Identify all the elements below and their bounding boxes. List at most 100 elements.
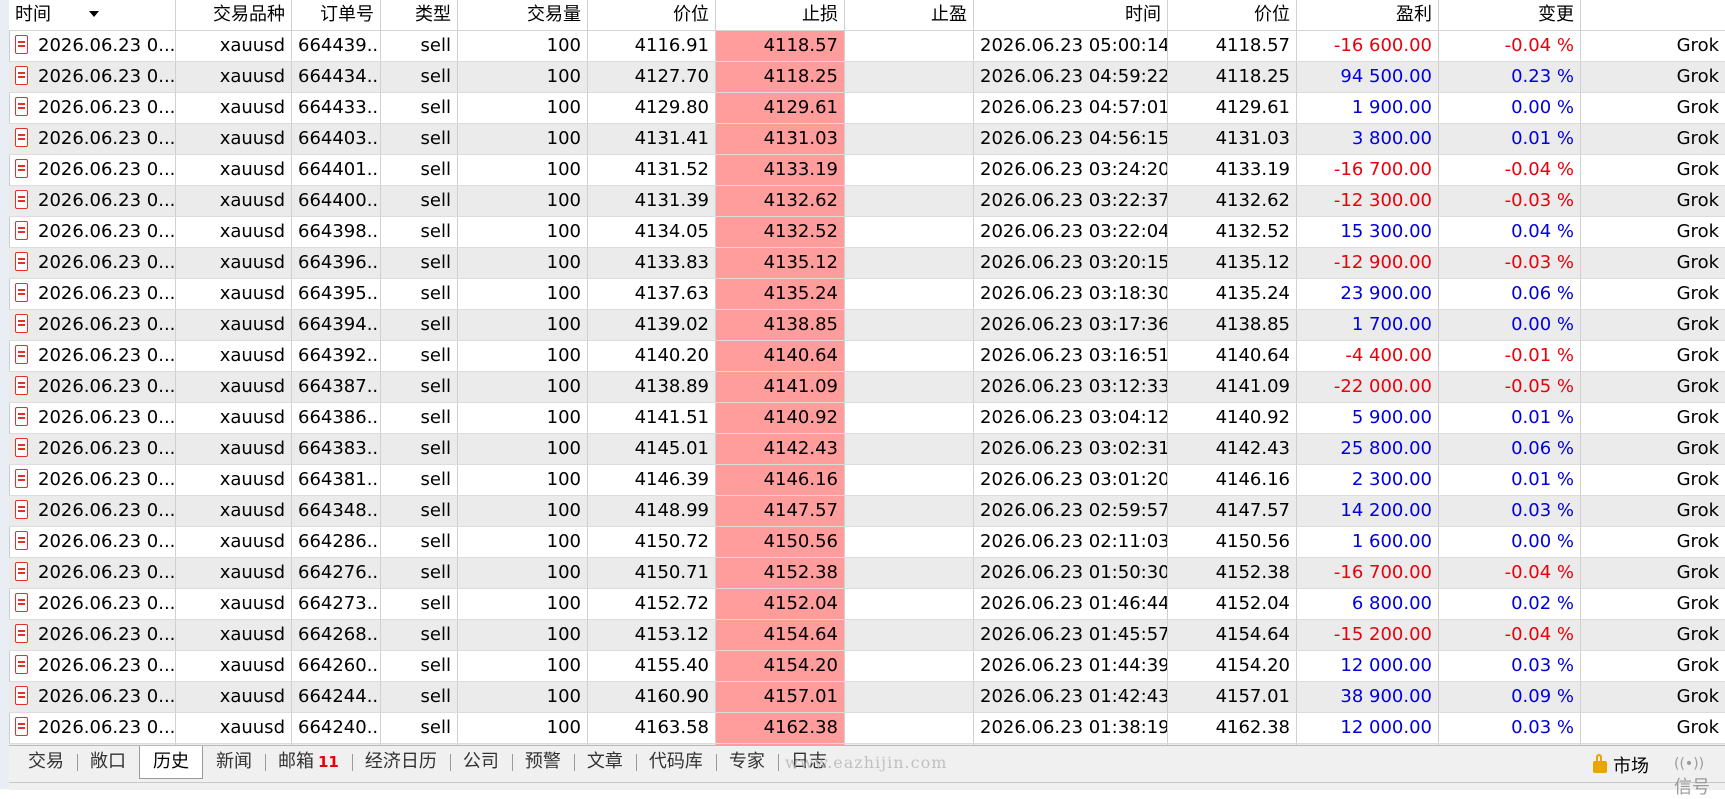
tab-3[interactable]: 新闻 (203, 746, 265, 778)
open-price-cell: 4160.90 (588, 682, 716, 712)
col-open-price-header[interactable]: 价位 (588, 0, 716, 30)
symbol-cell: xauusd (176, 465, 292, 495)
take-profit-cell (845, 465, 974, 495)
take-profit-cell (845, 527, 974, 557)
change-cell: -0.04 % (1439, 155, 1581, 185)
col-profit-header[interactable]: 盈利 (1297, 0, 1439, 30)
col-symbol-header[interactable]: 交易品种 (176, 0, 292, 30)
type-cell: sell (381, 403, 458, 433)
tab-7[interactable]: 预警 (511, 746, 574, 778)
table-row[interactable]: 2026.06.23 0... xauusd 664394... sell 100 413… (9, 310, 1725, 341)
col-open-time-header[interactable]: 时间 (9, 0, 176, 30)
stop-loss-cell: 4141.09 (716, 372, 845, 402)
tab-2[interactable]: 历史 (139, 746, 203, 779)
signal-status[interactable]: ((•)) 信号 (1674, 752, 1725, 799)
open-price-cell: 4131.52 (588, 155, 716, 185)
open-time-cell: 2026.06.23 0... (9, 93, 176, 123)
close-time-cell: 2026.06.23 03:17:36 (974, 310, 1168, 340)
open-time-text: 2026.06.23 0... (38, 283, 176, 304)
tab-6[interactable]: 公司 (449, 746, 512, 778)
comment-cell: Grok (1676, 717, 1719, 738)
stop-loss-cell: 4138.85 (716, 310, 845, 340)
profit-cell: -16 600.00 (1297, 31, 1439, 61)
tab-4[interactable]: 邮箱 11 (265, 746, 352, 778)
type-cell: sell (381, 279, 458, 309)
table-row[interactable]: 2026.06.23 0... xauusd 664396... sell 100 413… (9, 248, 1725, 279)
tab-9[interactable]: 代码库 (635, 746, 716, 778)
stop-loss-cell: 4129.61 (716, 93, 845, 123)
order-cell: 664401... (292, 155, 381, 185)
volume-cell: 100 (458, 651, 588, 681)
tab-1[interactable]: 敞口 (77, 746, 139, 778)
table-row[interactable]: 2026.06.23 0... xauusd 664387... sell 100 413… (9, 372, 1725, 403)
tab-10[interactable]: 专家 (715, 746, 778, 778)
stop-loss-cell: 4147.57 (716, 496, 845, 526)
profit-cell: -4 400.00 (1297, 341, 1439, 371)
comment-cell: Grok (1676, 686, 1719, 707)
col-stop-loss-header[interactable]: 止损 (716, 0, 845, 30)
table-row[interactable]: 2026.06.23 0... xauusd 664433... sell 100 412… (9, 93, 1725, 124)
tab-5[interactable]: 经济日历 (351, 746, 450, 778)
change-cell: 0.06 % (1439, 279, 1581, 309)
table-row[interactable]: 2026.06.23 0... xauusd 664273... sell 100 415… (9, 589, 1725, 620)
profit-cell: 12 000.00 (1297, 713, 1439, 743)
table-row[interactable]: 2026.06.23 0... xauusd 664276... sell 100 415… (9, 558, 1725, 589)
table-row[interactable]: 2026.06.23 0... xauusd 664392... sell 100 414… (9, 341, 1725, 372)
table-row[interactable]: 2026.06.23 0... xauusd 664403... sell 100 413… (9, 124, 1725, 155)
table-row[interactable]: 2026.06.23 0... xauusd 664434... sell 100 412… (9, 62, 1725, 93)
volume-cell: 100 (458, 93, 588, 123)
document-icon (15, 438, 28, 457)
col-change-header[interactable]: 变更 (1439, 0, 1581, 30)
document-icon (15, 407, 28, 426)
symbol-cell: xauusd (176, 589, 292, 619)
type-cell: sell (381, 248, 458, 278)
open-time-text: 2026.06.23 0... (38, 686, 176, 707)
table-row[interactable]: 2026.06.23 0... xauusd 664348... sell 100 414… (9, 496, 1725, 527)
table-row[interactable]: 2026.06.23 0... xauusd 664286... sell 100 415… (9, 527, 1725, 558)
col-type-header[interactable]: 类型 (381, 0, 458, 30)
open-time-cell: 2026.06.23 0... (9, 62, 176, 92)
col-take-profit-header[interactable]: 止盈 (845, 0, 974, 30)
tab-8[interactable]: 文章 (573, 746, 636, 778)
col-comment-header[interactable] (1581, 0, 1725, 30)
take-profit-cell (845, 341, 974, 371)
col-order-header[interactable]: 订单号 (292, 0, 381, 30)
close-price-cell: 4118.57 (1168, 31, 1297, 61)
take-profit-cell (845, 589, 974, 619)
document-icon (15, 252, 28, 271)
open-time-cell: 2026.06.23 0... (9, 713, 176, 743)
table-row[interactable]: 2026.06.23 0... xauusd 664260... sell 100 415… (9, 651, 1725, 682)
tab-label: 交易 (28, 751, 64, 772)
col-close-price-header[interactable]: 价位 (1168, 0, 1297, 30)
type-cell: sell (381, 589, 458, 619)
profit-cell: 38 900.00 (1297, 682, 1439, 712)
type-cell: sell (381, 713, 458, 743)
table-row[interactable]: 2026.06.23 0... xauusd 664244... sell 100 416… (9, 682, 1725, 713)
table-row[interactable]: 2026.06.23 0... xauusd 664395... sell 100 413… (9, 279, 1725, 310)
table-row[interactable]: 2026.06.23 0... xauusd 664383... sell 100 414… (9, 434, 1725, 465)
close-price-cell: 4138.85 (1168, 310, 1297, 340)
profit-cell: -22 000.00 (1297, 372, 1439, 402)
table-row[interactable]: 2026.06.23 0... xauusd 664240... sell 100 416… (9, 713, 1725, 744)
market-status[interactable]: 市场 (1593, 752, 1649, 778)
volume-cell: 100 (458, 558, 588, 588)
close-price-cell: 4129.61 (1168, 93, 1297, 123)
col-open-time-label: 时间 (15, 4, 51, 25)
change-cell: 0.01 % (1439, 403, 1581, 433)
table-row[interactable]: 2026.06.23 0... xauusd 664398... sell 100 413… (9, 217, 1725, 248)
tab-0[interactable]: 交易 (15, 746, 77, 778)
open-time-text: 2026.06.23 0... (38, 407, 176, 428)
table-row[interactable]: 2026.06.23 0... xauusd 664400... sell 100 413… (9, 186, 1725, 217)
open-price-cell: 4152.72 (588, 589, 716, 619)
open-price-cell: 4150.72 (588, 527, 716, 557)
table-row[interactable]: 2026.06.23 0... xauusd 664386... sell 100 414… (9, 403, 1725, 434)
close-price-cell: 4142.43 (1168, 434, 1297, 464)
table-row[interactable]: 2026.06.23 0... xauusd 664381... sell 100 414… (9, 465, 1725, 496)
document-icon (15, 221, 28, 240)
table-row[interactable]: 2026.06.23 0... xauusd 664439... sell 100 411… (9, 31, 1725, 62)
table-row[interactable]: 2026.06.23 0... xauusd 664401... sell 100 413… (9, 155, 1725, 186)
col-close-time-header[interactable]: 时间 (974, 0, 1168, 30)
col-volume-header[interactable]: 交易量 (458, 0, 588, 30)
table-row[interactable]: 2026.06.23 0... xauusd 664268... sell 100 415… (9, 620, 1725, 651)
close-price-cell: 4132.62 (1168, 186, 1297, 216)
